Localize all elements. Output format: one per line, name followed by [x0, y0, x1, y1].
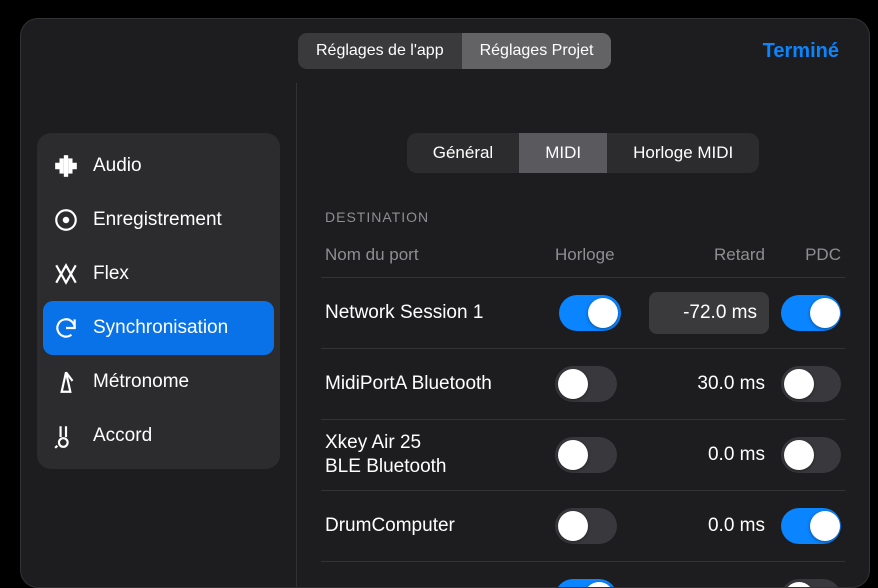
table-row: Sortie virtuelle Logic Pro 36.0 ms	[321, 561, 845, 587]
modal-header: Réglages de l'app Réglages Projet Termin…	[21, 19, 869, 83]
delay-value[interactable]: -72.0 ms	[649, 292, 769, 334]
delay-value[interactable]: 0.0 ms	[645, 515, 781, 537]
pdc-toggle[interactable]	[781, 579, 841, 587]
tab-général[interactable]: Général	[407, 133, 519, 173]
sidebar-item-record[interactable]: Enregistrement	[37, 193, 280, 247]
sidebar-item-label: Audio	[93, 155, 142, 177]
sidebar-item-tuning[interactable]: Accord	[37, 409, 280, 463]
table-row: Xkey Air 25BLE Bluetooth 0.0 ms	[321, 419, 845, 490]
sidebar-item-label: Enregistrement	[93, 209, 222, 231]
clock-toggle[interactable]	[555, 366, 617, 402]
app-settings-tab[interactable]: Réglages de l'app	[298, 33, 462, 69]
metronome-icon	[53, 369, 79, 395]
sidebar-item-flex[interactable]: Flex	[37, 247, 280, 301]
sidebar-item-audio[interactable]: Audio	[37, 139, 280, 193]
settings-modal: Réglages de l'app Réglages Projet Termin…	[20, 18, 870, 588]
table-row: Network Session 1 -72.0 ms	[321, 277, 845, 348]
clock-toggle[interactable]	[555, 579, 617, 587]
col-pdc: PDC	[781, 245, 841, 265]
tab-midi[interactable]: MIDI	[519, 133, 607, 173]
tab-horloge-midi[interactable]: Horloge MIDI	[607, 133, 759, 173]
delay-value[interactable]: 0.0 ms	[645, 444, 781, 466]
clock-toggle[interactable]	[555, 437, 617, 473]
col-name: Nom du port	[325, 245, 555, 265]
clock-toggle[interactable]	[555, 508, 617, 544]
section-label: DESTINATION	[325, 209, 845, 225]
settings-content: GénéralMIDIHorloge MIDI DESTINATION Nom …	[297, 83, 869, 587]
record-icon	[53, 207, 79, 233]
pdc-toggle[interactable]	[781, 295, 841, 331]
col-delay: Retard	[645, 245, 781, 265]
project-settings-tab[interactable]: Réglages Projet	[462, 33, 612, 69]
clock-toggle[interactable]	[559, 295, 621, 331]
port-name: Network Session 1	[325, 301, 559, 325]
table-header: Nom du port Horloge Retard PDC	[321, 239, 845, 277]
audio-icon	[53, 153, 79, 179]
pdc-toggle[interactable]	[781, 508, 841, 544]
pdc-toggle[interactable]	[781, 437, 841, 473]
done-button[interactable]: Terminé	[757, 39, 845, 64]
sync-icon	[53, 315, 79, 341]
port-name: DrumComputer	[325, 514, 555, 538]
flex-icon	[53, 261, 79, 287]
sidebar-item-sync[interactable]: Synchronisation	[43, 301, 274, 355]
sidebar-item-label: Métronome	[93, 371, 189, 393]
settings-scope-segment: Réglages de l'app Réglages Projet	[298, 33, 611, 69]
port-name: MidiPortA Bluetooth	[325, 372, 555, 396]
delay-value[interactable]: 30.0 ms	[645, 373, 781, 395]
table-row: DrumComputer 0.0 ms	[321, 490, 845, 561]
sync-tab-segment: GénéralMIDIHorloge MIDI	[407, 133, 760, 173]
port-name: Xkey Air 25BLE Bluetooth	[325, 431, 555, 479]
delay-value[interactable]: 36.0 ms	[645, 586, 781, 587]
pdc-toggle[interactable]	[781, 366, 841, 402]
sidebar-item-label: Flex	[93, 263, 129, 285]
sidebar-item-metronome[interactable]: Métronome	[37, 355, 280, 409]
settings-sidebar: Audio Enregistrement Flex Synchronisation Mé…	[21, 83, 297, 587]
sidebar-item-label: Synchronisation	[93, 317, 228, 339]
sidebar-item-label: Accord	[93, 425, 152, 447]
tuning-icon	[53, 423, 79, 449]
port-name: Sortie virtuelle Logic Pro	[325, 585, 555, 587]
table-row: MidiPortA Bluetooth 30.0 ms	[321, 348, 845, 419]
col-clock: Horloge	[555, 245, 645, 265]
